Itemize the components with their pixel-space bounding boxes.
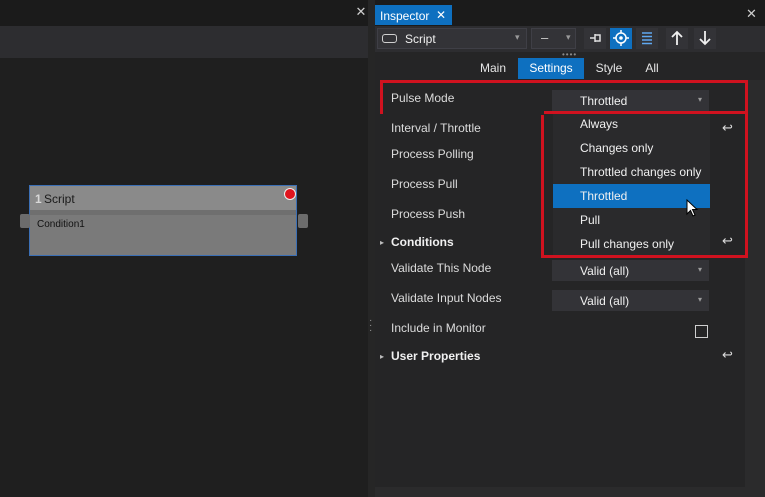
process-push-label: Process Push [391, 207, 466, 221]
panel-splitter[interactable] [368, 0, 375, 497]
tab-main[interactable]: Main [473, 58, 513, 79]
node-type-select[interactable]: Script ▾ [377, 28, 527, 49]
interval-throttle-label: Interval / Throttle [391, 121, 481, 135]
pin-icon [590, 34, 601, 42]
pin-button[interactable] [584, 28, 606, 49]
node-condition-label: Condition1 [37, 219, 85, 230]
process-pull-label: Process Pull [391, 177, 458, 191]
chevron-down-icon: ▾ [566, 32, 571, 42]
canvas-tab-bar [0, 0, 368, 26]
node-title: Script [44, 192, 75, 206]
validate-input-nodes-label: Validate Input Nodes [391, 291, 502, 305]
highlight-frame-gap [383, 111, 544, 115]
node-type-label: Script [405, 32, 436, 46]
tab-style[interactable]: Style [588, 58, 630, 79]
panel-close-icon[interactable]: ✕ [746, 6, 757, 22]
tab-inspector[interactable]: Inspector ✕ [375, 5, 452, 25]
conditions-group-label[interactable]: Conditions [391, 235, 454, 249]
move-down-button[interactable] [694, 28, 716, 49]
move-up-button[interactable] [666, 28, 688, 49]
validate-this-node-select[interactable]: Valid (all) ▾ [552, 260, 709, 281]
include-in-monitor-label: Include in Monitor [391, 321, 486, 335]
validate-this-node-label: Validate This Node [391, 261, 492, 275]
chevron-down-icon: ▾ [515, 32, 520, 42]
node-number: 1 [35, 192, 42, 206]
horizontal-scrollbar[interactable] [375, 487, 745, 497]
expand-arrow-icon[interactable]: ▸ [380, 352, 384, 361]
locate-button[interactable] [610, 28, 632, 49]
node-status-dot-icon [284, 188, 296, 200]
include-in-monitor-checkbox[interactable] [695, 325, 708, 338]
node-input-port[interactable] [20, 214, 30, 228]
list-view-button[interactable] [636, 28, 658, 49]
inspector-tab-label: Inspector [380, 9, 430, 23]
validate-input-nodes-select[interactable]: Valid (all) ▾ [552, 290, 709, 311]
node-divider [30, 210, 296, 215]
vertical-scrollbar[interactable] [745, 80, 765, 497]
list-icon [642, 32, 652, 45]
highlight-frame-top [380, 80, 748, 114]
arrow-down-icon [699, 31, 711, 46]
node-output-port[interactable] [298, 214, 308, 228]
canvas-toolbar [0, 26, 368, 58]
script-node-icon [382, 34, 397, 43]
highlight-frame-list [541, 111, 748, 258]
chevron-down-icon: ▾ [698, 265, 703, 274]
process-polling-label: Process Polling [391, 147, 474, 161]
tab-close-icon[interactable]: ✕ [436, 8, 446, 22]
instance-select-label: – [541, 30, 549, 45]
crosshair-icon [613, 30, 629, 46]
validate-this-node-value: Valid (all) [580, 264, 630, 278]
instance-select[interactable]: – ▾ [531, 28, 576, 49]
script-node[interactable]: 1 Script Condition1 [29, 185, 297, 256]
tab-settings[interactable]: Settings [518, 58, 584, 79]
user-properties-group-label[interactable]: User Properties [391, 349, 480, 363]
validate-input-nodes-value: Valid (all) [580, 294, 630, 308]
splitter-grip-icon[interactable]: · · · [369, 316, 372, 336]
arrow-up-icon [671, 30, 683, 45]
expand-arrow-icon[interactable]: ▸ [380, 238, 384, 247]
highlight-frame-corner [544, 111, 547, 114]
chevron-down-icon: ▾ [698, 295, 703, 304]
canvas-close-icon[interactable]: ✕ [354, 5, 368, 19]
tab-all[interactable]: All [636, 58, 668, 79]
reset-icon[interactable]: ↩ [722, 347, 733, 363]
